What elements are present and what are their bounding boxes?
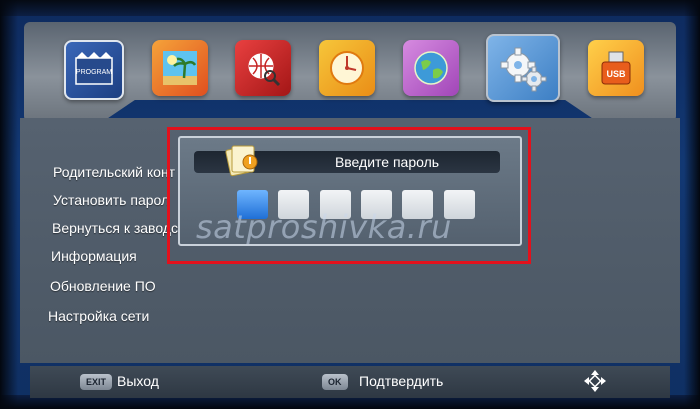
- menu-item-network-settings[interactable]: Настройка сети: [48, 308, 149, 324]
- menu-item-information[interactable]: Информация: [51, 248, 137, 264]
- bezel-top: [0, 0, 700, 16]
- menu-item-set-password[interactable]: Установить парол: [53, 192, 169, 208]
- program-icon-label: PROGRAM: [76, 69, 112, 76]
- bezel-left: [0, 0, 18, 409]
- picture-icon[interactable]: [151, 40, 208, 96]
- menu-item-software-update[interactable]: Обновление ПО: [50, 278, 156, 294]
- main-menu-icons: PROGRAM USB: [64, 34, 644, 110]
- confirm-label[interactable]: Подтвердить: [359, 373, 443, 389]
- exit-label[interactable]: Выход: [117, 373, 159, 389]
- search-icon[interactable]: [235, 40, 292, 96]
- globe-icon[interactable]: [402, 40, 459, 96]
- usb-icon-label: USB: [606, 69, 626, 79]
- usb-icon[interactable]: USB: [587, 40, 644, 96]
- exit-key-badge: EXIT: [80, 374, 113, 390]
- program-icon[interactable]: PROGRAM: [64, 40, 124, 100]
- menu-item-parental-control[interactable]: Родительский конт: [53, 164, 175, 180]
- ok-key-badge: OK: [322, 374, 348, 390]
- navigation-arrows-icon: [583, 369, 607, 393]
- gears-icon[interactable]: [486, 34, 561, 102]
- bezel-right: [684, 0, 700, 409]
- clock-icon[interactable]: [318, 40, 375, 96]
- watermark: satproshivka.ru: [196, 208, 452, 246]
